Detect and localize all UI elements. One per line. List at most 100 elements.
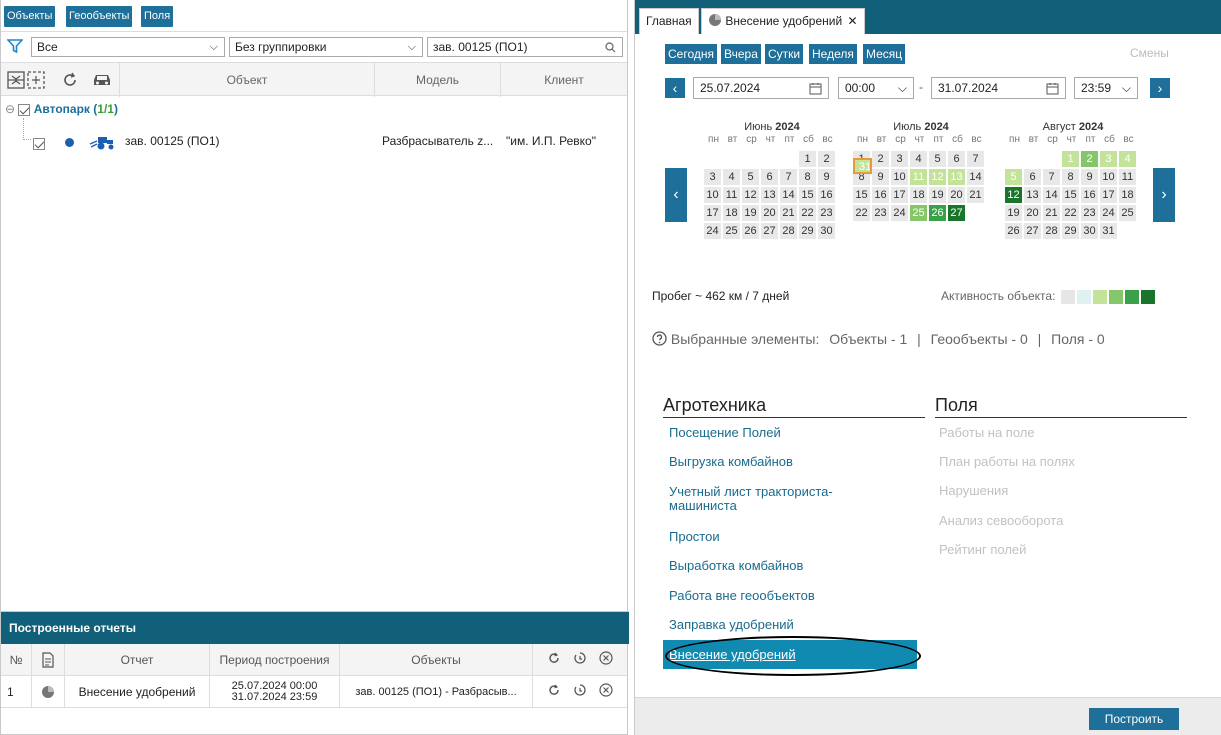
calendar-day[interactable]: 29 — [1062, 223, 1079, 239]
calendar-day[interactable]: 12 — [742, 187, 759, 203]
tab-report[interactable]: Внесение удобрений ✕ — [701, 8, 865, 34]
calendar-day[interactable]: 5 — [929, 151, 946, 167]
calendar-day[interactable]: 14 — [967, 169, 984, 185]
calendar-day[interactable]: 24 — [891, 205, 908, 221]
calendar-day[interactable]: 1 — [1062, 151, 1079, 167]
calendar-day[interactable]: 23 — [1081, 205, 1098, 221]
calendar-day[interactable]: 2 — [1081, 151, 1098, 167]
calendar-day[interactable]: 31 — [1100, 223, 1117, 239]
calendar-day[interactable]: 16 — [818, 187, 835, 203]
calendar-day[interactable]: 11 — [910, 169, 927, 185]
delete-icon[interactable] — [599, 683, 613, 700]
calendar-day[interactable]: 11 — [723, 187, 740, 203]
time-to-select[interactable]: 23:59 ⌵ — [1074, 77, 1138, 99]
next-month-button[interactable]: › — [1153, 168, 1175, 222]
calendar-day[interactable]: 22 — [799, 205, 816, 221]
date-from-input[interactable]: 25.07.2024 — [693, 77, 829, 99]
field-link-violations[interactable]: Нарушения — [939, 483, 1008, 498]
objects-tab-button[interactable]: Объекты — [4, 6, 56, 27]
search-icon[interactable] — [605, 38, 616, 59]
calendar-day[interactable]: 27 — [1024, 223, 1041, 239]
column-client[interactable]: Клиент — [500, 63, 627, 97]
calendar-day[interactable]: 19 — [1005, 205, 1022, 221]
day-button[interactable]: Сутки — [765, 44, 804, 64]
calendar-day[interactable]: 18 — [723, 205, 740, 221]
calendar-day[interactable]: 14 — [1043, 187, 1060, 203]
group-checkbox[interactable] — [18, 103, 31, 116]
calendar-day[interactable]: 10 — [891, 169, 908, 185]
calendar-day[interactable]: 18 — [910, 187, 927, 203]
calendar-day[interactable]: 9 — [1081, 169, 1098, 185]
column-object[interactable]: Объект — [119, 63, 374, 97]
calendar-day[interactable]: 30 — [818, 223, 835, 239]
calendar-day[interactable]: 8 — [799, 169, 816, 185]
report-link-downtime[interactable]: Простои — [669, 529, 720, 544]
report-link-combine-output[interactable]: Выработка комбайнов — [669, 558, 803, 573]
selected-geoobjects[interactable]: Геообъекты - 0 — [931, 331, 1028, 347]
build-button[interactable]: Построить — [1089, 708, 1179, 730]
prev-month-button[interactable]: ‹ — [665, 168, 687, 222]
refresh-icon[interactable] — [547, 683, 561, 700]
vehicle-icon[interactable] — [91, 71, 113, 92]
calendar-day[interactable]: 21 — [780, 205, 797, 221]
calendar-day[interactable]: 6 — [948, 151, 965, 167]
field-link-works[interactable]: Работы на поле — [939, 425, 1035, 440]
calendar-day[interactable]: 20 — [948, 187, 965, 203]
tab-main[interactable]: Главная — [639, 8, 699, 34]
calendar-day[interactable]: 9 — [872, 169, 889, 185]
report-link-tractor-sheet[interactable]: Учетный лист тракториста-машиниста — [669, 485, 869, 513]
calendar-day[interactable]: 27 — [948, 205, 965, 221]
geoobjects-tab-button[interactable]: Геообъекты — [66, 6, 133, 27]
calendar-day[interactable]: 24 — [1100, 205, 1117, 221]
calendar-day[interactable]: 7 — [967, 151, 984, 167]
calendar-day[interactable]: 17 — [1100, 187, 1117, 203]
week-button[interactable]: Неделя — [809, 44, 857, 64]
calendar-day[interactable]: 25 — [1119, 205, 1136, 221]
calendar-icon[interactable] — [1046, 81, 1059, 101]
delete-all-icon[interactable] — [599, 651, 613, 668]
report-link-combine-unloading[interactable]: Выгрузка комбайнов — [669, 454, 793, 469]
object-row[interactable]: зав. 00125 (ПО1) Разбрасыватель z... "им… — [1, 130, 627, 154]
date-to-input[interactable]: 31.07.2024 — [931, 77, 1066, 99]
calendar-day[interactable]: 25 — [910, 205, 927, 221]
calendar-day[interactable]: 7 — [780, 169, 797, 185]
close-icon[interactable]: ✕ — [848, 14, 858, 28]
calendar-day[interactable]: 5 — [1005, 169, 1022, 185]
calendar-day[interactable]: 20 — [761, 205, 778, 221]
calendar-day[interactable]: 12 — [1005, 187, 1022, 203]
rebuild-icon[interactable] — [573, 683, 587, 700]
calendar-day[interactable]: 25 — [723, 223, 740, 239]
month-button[interactable]: Месяц — [863, 44, 906, 64]
calendar-day[interactable]: 17 — [891, 187, 908, 203]
rebuild-icon[interactable] — [573, 651, 587, 668]
today-button[interactable]: Сегодня — [665, 44, 717, 64]
calendar-day[interactable]: 13 — [761, 187, 778, 203]
calendar-day[interactable]: 22 — [853, 205, 870, 221]
calendar-day[interactable]: 29 — [799, 223, 816, 239]
calendar-day[interactable]: 10 — [1100, 169, 1117, 185]
fields-tab-button[interactable]: Поля — [141, 6, 174, 27]
calendar-day[interactable]: 3 — [891, 151, 908, 167]
expand-collapse-icon[interactable] — [7, 70, 47, 93]
calendar-day[interactable]: 10 — [704, 187, 721, 203]
help-icon[interactable] — [652, 331, 667, 347]
calendar-day[interactable]: 28 — [1043, 223, 1060, 239]
calendar-day[interactable]: 26 — [1005, 223, 1022, 239]
group-row[interactable]: ⊖ Автопарк (1/1) — [5, 102, 118, 116]
report-link-field-visits[interactable]: Посещение Полей — [669, 425, 781, 440]
report-link-outside-geoobjects[interactable]: Работа вне геообъектов — [669, 588, 815, 603]
calendar-day[interactable]: 15 — [1062, 187, 1079, 203]
calendar-day[interactable]: 16 — [1081, 187, 1098, 203]
field-link-crop-rotation[interactable]: Анализ севооборота — [939, 513, 1063, 528]
selected-objects[interactable]: Объекты - 1 — [829, 331, 907, 347]
grouping-select[interactable]: Без группировки ⌵ — [229, 37, 423, 57]
prev-period-button[interactable]: ‹ — [665, 78, 685, 98]
yesterday-button[interactable]: Вчера — [721, 44, 761, 64]
report-link-fertilizer-refuel[interactable]: Заправка удобрений — [669, 617, 794, 632]
shifts-link[interactable]: Смены — [1130, 46, 1169, 60]
calendar-day[interactable]: 3 — [704, 169, 721, 185]
calendar-day[interactable]: 4 — [723, 169, 740, 185]
calendar-day[interactable]: 30 — [1081, 223, 1098, 239]
time-from-select[interactable]: 00:00 ⌵ — [838, 77, 914, 99]
calendar-day[interactable]: 3 — [1100, 151, 1117, 167]
